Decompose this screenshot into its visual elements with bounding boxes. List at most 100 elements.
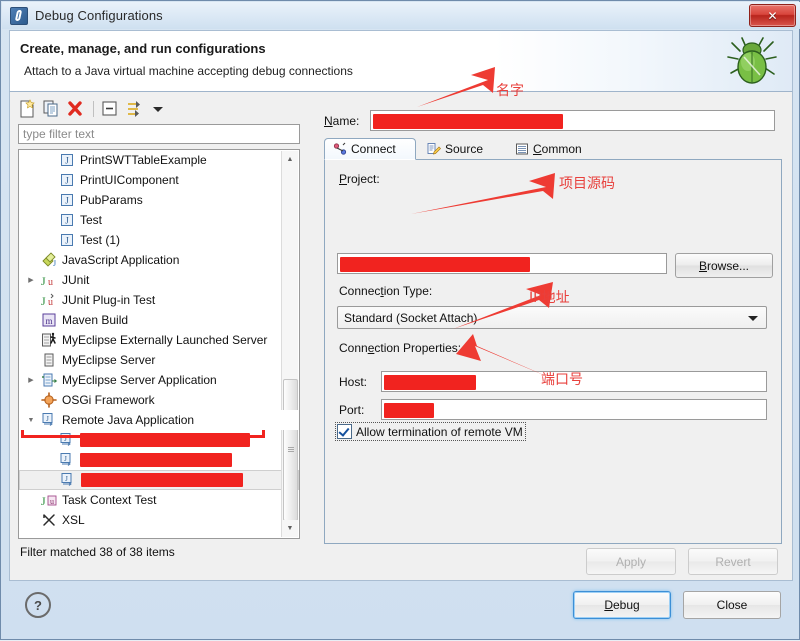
connect-tab-panel: Project: Browse... Connection Type: Stan… (324, 159, 782, 544)
tree-item-redacted-16[interactable]: J (19, 470, 299, 490)
connection-type-combo[interactable]: Standard (Socket Attach) (337, 306, 767, 329)
allow-termination-checkbox[interactable] (337, 424, 352, 439)
javascript-icon: J (41, 252, 57, 268)
tree-item-osgi-framework[interactable]: OSGi Framework (19, 390, 299, 410)
tree-item-label: JUnit Plug-in Test (62, 293, 156, 307)
title-bar: Debug Configurations ✕ (2, 2, 800, 29)
dropdown-arrow-icon[interactable] (147, 98, 169, 120)
tree-item-remote-java-application[interactable]: ▼ J Remote Java Application (19, 410, 299, 430)
tree-item-label: PubParams (80, 193, 143, 207)
tree-item-label: XSL (62, 513, 85, 527)
tree-item-pubparams[interactable]: J PubParams (19, 190, 299, 210)
tree-item-label: JUnit (62, 273, 90, 287)
tree-item-label: JavaScript Application (62, 253, 180, 267)
tree-item-label-redacted (81, 473, 243, 487)
allow-termination-checkbox-row[interactable]: Allow termination of remote VM (335, 422, 526, 441)
twisty-collapsed-icon[interactable]: ▶ (25, 270, 37, 290)
tree-item-junit-plug-in-test[interactable]: Ju JUnit Plug-in Test (19, 290, 299, 310)
configurations-tree[interactable]: J PrintSWTTableExample J PrintUIComponent J P… (18, 149, 300, 539)
browse-button[interactable]: Browse... (675, 253, 773, 278)
tab-common-label: Common (533, 142, 582, 156)
tree-item-test[interactable]: J Test (19, 210, 299, 230)
delete-icon[interactable] (64, 98, 86, 120)
tree-item-redacted-14[interactable]: J (19, 430, 299, 450)
connect-icon (333, 142, 347, 156)
tab-connect[interactable]: Connect (324, 138, 416, 160)
tree-item-label: MyEclipse Externally Launched Server (62, 333, 268, 347)
junit-icon: Ju (41, 272, 57, 288)
tree-scrollbar[interactable]: ▲ ▼ (281, 151, 298, 537)
apply-button[interactable]: Apply (586, 548, 676, 575)
connection-properties-label: Connection Properties: (339, 341, 462, 355)
new-launch-configuration-icon[interactable] (16, 98, 38, 120)
twisty-expanded-icon[interactable]: ▼ (25, 410, 37, 430)
close-button[interactable]: Close (683, 591, 781, 619)
tree-item-label: MyEclipse Server Application (62, 373, 217, 387)
port-value-redacted (384, 403, 434, 418)
myeclipse-ext-server-icon (41, 332, 57, 348)
myeclipse-server-icon (41, 352, 57, 368)
svg-text:u: u (50, 497, 54, 506)
tree-item-myeclipse-server-application[interactable]: ▶ MyEclipse Server Application (19, 370, 299, 390)
tree-item-junit[interactable]: ▶ Ju JUnit (19, 270, 299, 290)
svg-text:J: J (41, 274, 46, 288)
java-app-icon: J (59, 192, 75, 208)
tree-item-label: PrintSWTTableExample (80, 153, 207, 167)
debug-button[interactable]: Debug (573, 591, 671, 619)
tree-item-task-context-test[interactable]: Ju Task Context Test (19, 490, 299, 510)
scroll-down-arrow-icon[interactable]: ▼ (282, 520, 298, 537)
twisty-collapsed-icon[interactable]: ▶ (25, 370, 37, 390)
myeclipse-server-app-icon (41, 372, 58, 388)
dialog-footer: ? Debug Close (9, 581, 793, 633)
chevron-down-icon (748, 316, 758, 321)
task-context-test-icon: Ju (41, 492, 57, 508)
tab-connect-label: Connect (351, 142, 396, 156)
remote-java-app-icon: J (59, 452, 75, 468)
remote-java-app-icon: J (60, 472, 76, 488)
revert-button[interactable]: Revert (688, 548, 778, 575)
tab-source[interactable]: Source (418, 138, 504, 160)
project-input[interactable] (337, 253, 667, 274)
filter-icon[interactable] (123, 98, 145, 120)
tree-item-label-redacted (80, 453, 232, 467)
close-window-button[interactable]: ✕ (749, 4, 796, 27)
duplicate-icon[interactable] (40, 98, 62, 120)
svg-text:J: J (65, 156, 69, 166)
name-label: Name: (324, 114, 360, 128)
tree-item-label: Remote Java Application (62, 413, 195, 427)
tab-common[interactable]: Common (506, 138, 606, 160)
java-app-icon: J (59, 152, 75, 168)
apply-revert-row: Apply Revert (574, 548, 778, 575)
filter-input[interactable]: type filter text (18, 124, 300, 144)
tree-item-printuicomponent[interactable]: J PrintUIComponent (19, 170, 299, 190)
scrollbar-thumb[interactable] (283, 379, 298, 521)
remote-java-app-icon: J (59, 432, 75, 448)
filter-match-status: Filter matched 38 of 38 items (20, 545, 175, 559)
tree-item-printswttableexample[interactable]: J PrintSWTTableExample (19, 150, 299, 170)
launch-configurations-pane: type filter text J PrintSWTTableExample J P… (16, 96, 312, 574)
name-input[interactable] (370, 110, 775, 131)
tree-item-myeclipse-server[interactable]: MyEclipse Server (19, 350, 299, 370)
help-icon[interactable]: ? (25, 592, 51, 618)
port-input[interactable] (381, 399, 767, 420)
svg-text:J: J (65, 236, 69, 246)
name-value-redacted (373, 114, 563, 129)
collapse-all-icon[interactable] (99, 98, 121, 120)
scroll-up-arrow-icon[interactable]: ▲ (282, 151, 298, 168)
tree-item-xsl[interactable]: XSL (19, 510, 299, 530)
tree-item-test-1[interactable]: J Test (1) (19, 230, 299, 250)
host-value-redacted (384, 375, 476, 390)
tree-item-myeclipse-externally-launched-server[interactable]: MyEclipse Externally Launched Server (19, 330, 299, 350)
tree-item-redacted-15[interactable]: J (19, 450, 299, 470)
annotation-ip-address-label: IP地址 (529, 290, 570, 306)
tree-item-maven-build[interactable]: m Maven Build (19, 310, 299, 330)
tree-item-javascript-application[interactable]: J JavaScript Application (19, 250, 299, 270)
